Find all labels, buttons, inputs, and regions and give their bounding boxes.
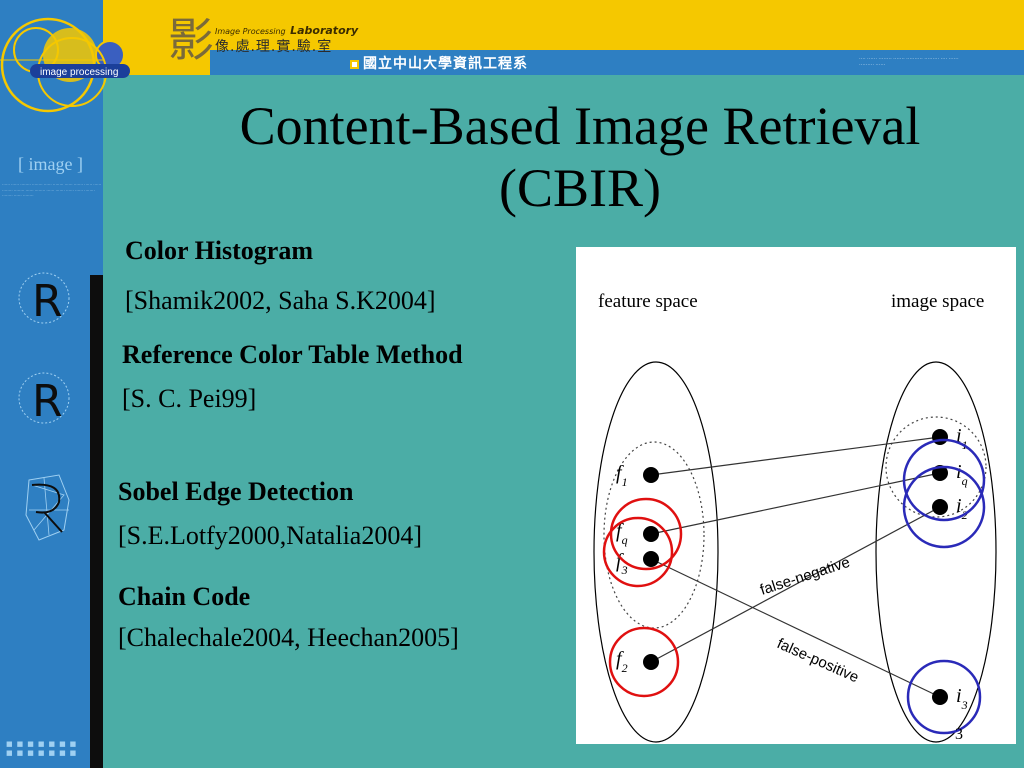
lab-logo: image processing bbox=[0, 0, 130, 125]
lab-small-label: Image Processing bbox=[215, 27, 286, 36]
point-f3 bbox=[643, 551, 659, 567]
logo-text: image processing bbox=[40, 67, 118, 78]
method-name: Color Histogram bbox=[125, 236, 313, 265]
slide-title-line-1: Content-Based Image Retrieval bbox=[239, 96, 921, 156]
department-label: 國立中山大學資訊工程系 bbox=[363, 56, 528, 72]
feature-space-label: feature space bbox=[598, 291, 698, 312]
mapping-diagram: feature space image space f1 fq f3 f2 i1… bbox=[593, 291, 997, 743]
point-i2 bbox=[932, 499, 948, 515]
sidebar-image-label: [ image ] bbox=[18, 154, 83, 174]
method-name: Sobel Edge Detection bbox=[118, 477, 354, 506]
point-f2 bbox=[643, 654, 659, 670]
point-fq bbox=[643, 526, 659, 542]
calligraphy-glyph: 影 bbox=[168, 13, 214, 67]
method-reference: [S. C. Pei99] bbox=[122, 384, 257, 413]
label-f2: f2 bbox=[616, 648, 628, 675]
lab-chinese-name: 像.處.理.實.驗.室 bbox=[215, 39, 333, 55]
page-number: 3 bbox=[955, 726, 963, 743]
sidebar-letter-decorations: R R bbox=[18, 272, 70, 541]
red-highlight-circle bbox=[602, 516, 674, 588]
method-reference: [Chalechale2004, Heechan2005] bbox=[118, 623, 459, 652]
sidebar-fine-print: ······ ······ ········ ········ ······ ·… bbox=[2, 182, 102, 198]
false-negative-label: false-negative bbox=[758, 554, 852, 599]
label-f1: f1 bbox=[616, 462, 628, 489]
slide-title-line-2: (CBIR) bbox=[499, 158, 661, 218]
feature-image-space-figure: feature space image space f1 fq f3 f2 i1… bbox=[576, 247, 1016, 744]
feature-space-ellipse bbox=[593, 361, 719, 743]
header-fine-print: ···· ······ ········ ······· ·········· … bbox=[859, 56, 959, 68]
false-positive-label: false-positive bbox=[774, 635, 861, 686]
method-reference: [S.E.Lotfy2000,Natalia2004] bbox=[118, 521, 422, 550]
point-f1 bbox=[643, 467, 659, 483]
method-name: Chain Code bbox=[118, 582, 251, 611]
point-i3 bbox=[932, 689, 948, 705]
label-i3: i3 bbox=[956, 685, 968, 712]
department-name: 國立中山大學資訊工程系 bbox=[350, 53, 528, 73]
sidebar-squares: ■■■■■■■ ■■■■■■■ bbox=[6, 740, 81, 757]
method-reference: [Shamik2002, Saha S.K2004] bbox=[125, 286, 436, 315]
square-icon bbox=[350, 59, 359, 69]
link-fq-iq bbox=[650, 472, 941, 535]
method-name: Reference Color Table Method bbox=[122, 340, 463, 369]
slide-title: Content-Based Image Retrieval (CBIR) bbox=[140, 95, 1020, 219]
point-i1 bbox=[932, 429, 948, 445]
sidebar-dark-strip bbox=[90, 275, 103, 768]
link-f1-i1 bbox=[650, 436, 941, 476]
image-space-label: image space bbox=[891, 291, 984, 312]
r-letter-icon: R bbox=[32, 376, 63, 427]
r-letter-icon: R bbox=[32, 276, 63, 327]
